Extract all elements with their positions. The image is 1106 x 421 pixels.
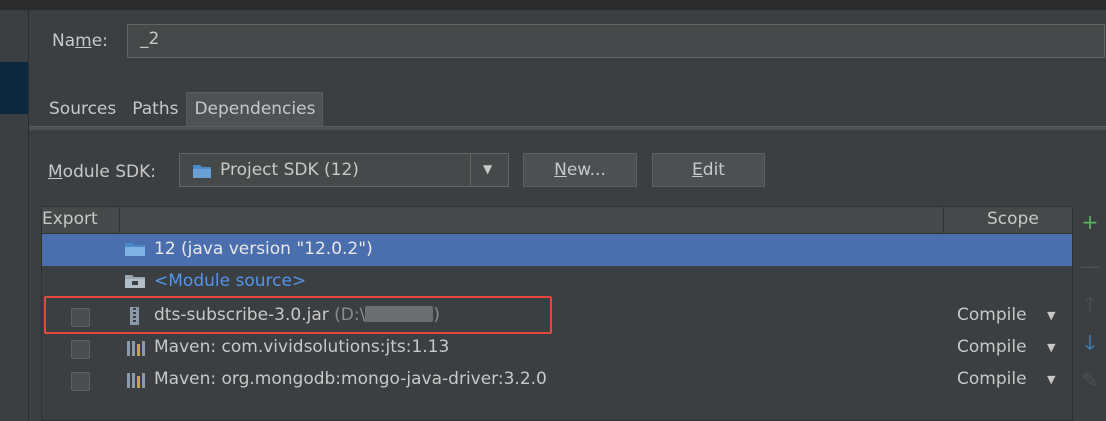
name-label: Name: xyxy=(52,31,108,51)
edit-sdk-button[interactable]: Edit xyxy=(652,153,765,187)
scope-value[interactable]: Compile xyxy=(957,369,1027,389)
left-panel xyxy=(0,10,29,421)
new-sdk-button[interactable]: New... xyxy=(523,153,637,187)
chevron-down-icon[interactable]: ▼ xyxy=(1047,373,1055,386)
edit-icon[interactable]: ✎ xyxy=(1074,366,1106,394)
scope-value[interactable]: Compile xyxy=(957,305,1027,325)
table-row[interactable]: 12 (java version "12.0.2") xyxy=(42,234,1072,266)
dropdown-divider xyxy=(470,154,471,186)
dependency-name: Maven: org.mongodb:mongo-java-driver:3.2… xyxy=(154,369,547,389)
column-header-scope[interactable]: Scope xyxy=(944,207,1072,233)
add-icon[interactable]: + xyxy=(1074,208,1106,236)
export-checkbox[interactable] xyxy=(71,340,90,359)
dependency-name: 12 (java version "12.0.2") xyxy=(154,239,373,259)
chevron-down-icon[interactable]: ▼ xyxy=(1047,309,1055,322)
remove-icon[interactable]: — xyxy=(1074,252,1106,280)
module-sdk-dropdown[interactable]: Project SDK (12) ▼ xyxy=(179,153,509,187)
table-row[interactable]: <Module source> xyxy=(42,266,1072,298)
column-header-export[interactable]: Export xyxy=(42,207,120,233)
table-row[interactable]: Maven: com.vividsolutions:jts:1.13 Compi… xyxy=(42,332,1072,364)
highlight-box xyxy=(44,296,552,334)
chevron-down-icon[interactable]: ▼ xyxy=(483,162,492,176)
jdk-folder-icon xyxy=(192,163,212,184)
table-row[interactable]: Maven: org.mongodb:mongo-java-driver:3.2… xyxy=(42,364,1072,396)
module-sdk-label: Module SDK: xyxy=(48,162,156,182)
name-row: Name: _2 xyxy=(29,10,1106,76)
module-settings-panel: Name: _2 Sources Paths Dependencies Modu… xyxy=(29,10,1106,421)
module-sdk-row: Module SDK: Project SDK (12) ▼ New... Ed… xyxy=(29,152,1106,192)
export-checkbox[interactable] xyxy=(71,372,90,391)
chevron-down-icon[interactable]: ▼ xyxy=(1047,341,1055,354)
maven-library-icon xyxy=(124,370,146,395)
scope-value[interactable]: Compile xyxy=(957,337,1027,357)
name-input[interactable]: _2 xyxy=(127,24,1105,58)
tab-dependencies[interactable]: Dependencies xyxy=(186,92,324,127)
left-panel-selected-item[interactable] xyxy=(0,62,28,114)
top-bar xyxy=(0,0,1106,10)
tab-underline xyxy=(29,126,1106,130)
table-header: Export Scope xyxy=(42,207,1072,234)
dependency-name: Maven: com.vividsolutions:jts:1.13 xyxy=(154,337,450,357)
move-down-icon[interactable]: 🡓 xyxy=(1074,328,1106,356)
dependency-name: <Module source> xyxy=(154,271,307,291)
tab-sources[interactable]: Sources xyxy=(41,92,124,128)
module-sdk-selected-value: Project SDK (12) xyxy=(220,160,359,180)
maven-library-icon xyxy=(124,338,146,363)
move-up-icon[interactable]: 🡑 xyxy=(1074,290,1106,318)
column-header-name[interactable] xyxy=(121,207,944,233)
module-source-folder-icon xyxy=(124,272,146,295)
tab-paths[interactable]: Paths xyxy=(124,92,186,128)
dependency-toolbar: + — 🡑 🡓 ✎ xyxy=(1074,206,1106,421)
tab-bar: Sources Paths Dependencies xyxy=(41,92,324,128)
jdk-folder-icon xyxy=(124,240,146,263)
